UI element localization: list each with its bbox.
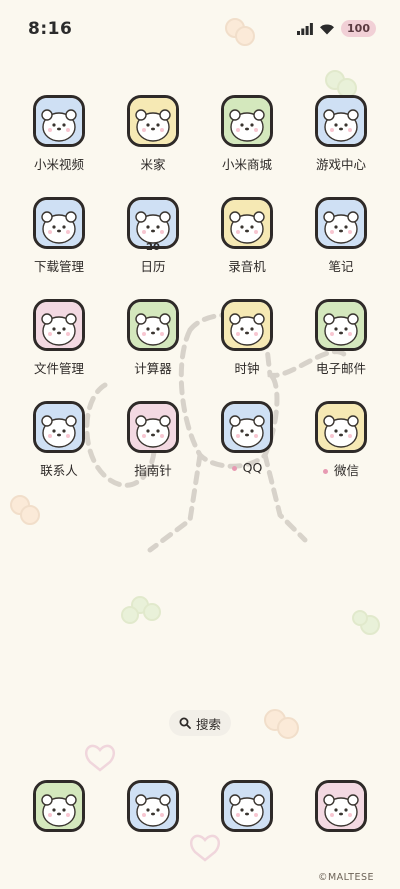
video-icon bbox=[33, 95, 85, 147]
app-label: 计算器 bbox=[106, 358, 200, 377]
wifi-icon bbox=[320, 24, 335, 34]
app-label: 小米商城 bbox=[200, 154, 294, 173]
dock-messages[interactable] bbox=[200, 780, 294, 832]
wallpaper-watermark: ©MALTESE bbox=[317, 872, 374, 883]
calculator-icon bbox=[127, 299, 179, 351]
app-label-text: QQ bbox=[242, 460, 263, 475]
app-label: 文件管理 bbox=[12, 358, 106, 377]
compass-icon bbox=[127, 401, 179, 453]
app-label-text: 指南针 bbox=[134, 463, 172, 478]
dock-phone[interactable] bbox=[12, 780, 106, 832]
app-label-text: 笔记 bbox=[328, 259, 354, 274]
battery-indicator: 100 bbox=[341, 20, 376, 37]
mall-icon bbox=[221, 95, 273, 147]
recorder-icon bbox=[221, 197, 273, 249]
home-icon bbox=[127, 95, 179, 147]
app-label: 米家 bbox=[106, 154, 200, 173]
browser-icon bbox=[127, 780, 179, 832]
search-button[interactable]: 搜索 bbox=[169, 710, 231, 736]
app-label-text: 联系人 bbox=[40, 463, 78, 478]
app-contacts[interactable]: 联系人 bbox=[12, 401, 106, 479]
app-qq[interactable]: QQ bbox=[200, 401, 294, 475]
messages-icon bbox=[221, 780, 273, 832]
app-mail[interactable]: 电子邮件 bbox=[294, 299, 388, 377]
app-download[interactable]: 下载管理 bbox=[12, 197, 106, 275]
contacts-icon bbox=[33, 401, 85, 453]
calendar-date-badge: 20 bbox=[146, 242, 160, 253]
app-label-text: 日历 bbox=[140, 259, 166, 274]
app-label: 20 日历 bbox=[106, 242, 200, 275]
status-bar: 8:16 100 bbox=[0, 0, 400, 52]
app-label-text: 米家 bbox=[140, 157, 166, 172]
app-wechat[interactable]: 微信 bbox=[294, 401, 388, 479]
files-icon bbox=[33, 299, 85, 351]
app-label-text: 小米视频 bbox=[33, 157, 84, 172]
camera-icon bbox=[315, 780, 367, 832]
app-compass[interactable]: 指南针 bbox=[106, 401, 200, 479]
app-game[interactable]: 游戏中心 bbox=[294, 95, 388, 173]
app-label-text: 时钟 bbox=[234, 361, 260, 376]
mail-icon bbox=[315, 299, 367, 351]
app-label: 微信 bbox=[294, 460, 388, 479]
app-calculator[interactable]: 计算器 bbox=[106, 299, 200, 377]
app-label: 电子邮件 bbox=[294, 358, 388, 377]
app-calendar[interactable]: 20 日历 bbox=[106, 197, 200, 275]
app-label-text: 电子邮件 bbox=[315, 361, 366, 376]
app-mall[interactable]: 小米商城 bbox=[200, 95, 294, 173]
phone-icon bbox=[33, 780, 85, 832]
app-label-text: 微信 bbox=[333, 463, 359, 478]
app-label-text: 小米商城 bbox=[221, 157, 272, 172]
app-label: 时钟 bbox=[200, 358, 294, 377]
qq-icon bbox=[221, 401, 273, 453]
app-label: QQ bbox=[200, 460, 294, 475]
app-clock[interactable]: 时钟 bbox=[200, 299, 294, 377]
app-label: 联系人 bbox=[12, 460, 106, 479]
app-label: 小米视频 bbox=[12, 154, 106, 173]
notes-icon bbox=[315, 197, 367, 249]
app-notes[interactable]: 笔记 bbox=[294, 197, 388, 275]
app-label: 笔记 bbox=[294, 256, 388, 275]
clock-icon bbox=[221, 299, 273, 351]
app-label: 指南针 bbox=[106, 460, 200, 479]
app-recorder[interactable]: 录音机 bbox=[200, 197, 294, 275]
app-label: 录音机 bbox=[200, 256, 294, 275]
app-video[interactable]: 小米视频 bbox=[12, 95, 106, 173]
status-time: 8:16 bbox=[28, 19, 73, 39]
cellular-signal-icon bbox=[297, 22, 313, 35]
dock-browser[interactable] bbox=[106, 780, 200, 832]
new-install-dot bbox=[231, 466, 237, 471]
download-icon bbox=[33, 197, 85, 249]
app-label-text: 计算器 bbox=[134, 361, 172, 376]
app-files[interactable]: 文件管理 bbox=[12, 299, 106, 377]
app-label-text: 下载管理 bbox=[33, 259, 84, 274]
new-install-dot bbox=[322, 469, 328, 474]
app-label-text: 文件管理 bbox=[33, 361, 84, 376]
dock-camera[interactable] bbox=[294, 780, 388, 832]
wechat-icon bbox=[315, 401, 367, 453]
search-label: 搜索 bbox=[195, 716, 221, 732]
app-label: 下载管理 bbox=[12, 256, 106, 275]
app-label-text: 游戏中心 bbox=[315, 157, 366, 172]
app-home[interactable]: 米家 bbox=[106, 95, 200, 173]
app-label-text: 录音机 bbox=[228, 259, 266, 274]
search-icon bbox=[179, 717, 191, 729]
app-label: 游戏中心 bbox=[294, 154, 388, 173]
game-icon bbox=[315, 95, 367, 147]
